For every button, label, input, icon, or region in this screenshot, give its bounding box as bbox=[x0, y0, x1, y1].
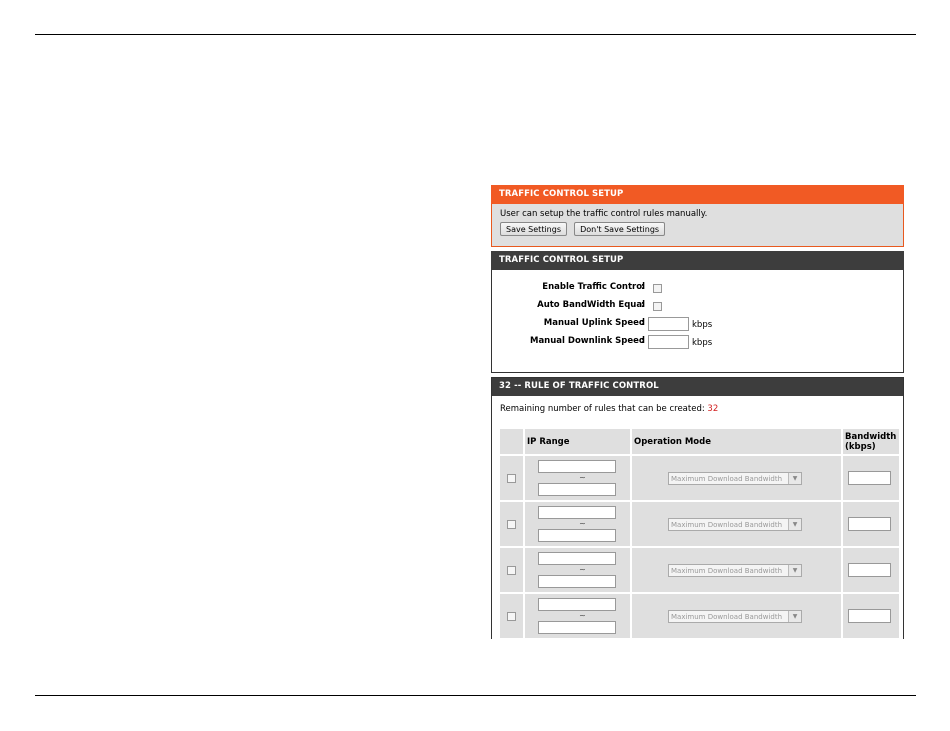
remaining-rules-text: Remaining number of rules that can be cr… bbox=[492, 396, 903, 414]
auto-bandwidth-checkbox[interactable] bbox=[653, 302, 662, 311]
intro-button-row: Save Settings Don't Save Settings bbox=[492, 222, 903, 241]
auto-bandwidth-label: Auto BandWidth Equal bbox=[537, 300, 645, 310]
operation-mode-header: Operation Mode bbox=[632, 429, 841, 454]
downlink-unit: kbps bbox=[692, 338, 713, 348]
downlink-speed-row: Manual Downlink Speed : kbps bbox=[492, 334, 903, 351]
intro-description: User can setup the traffic control rules… bbox=[500, 209, 708, 219]
bandwidth-header: Bandwidth (kbps) bbox=[843, 429, 899, 454]
operation-mode-select[interactable]: Maximum Download Bandwidth ▼ bbox=[668, 517, 802, 531]
enable-traffic-control-label: Enable Traffic Control bbox=[542, 282, 645, 292]
intro-panel-title: TRAFFIC CONTROL SETUP bbox=[491, 185, 904, 204]
chevron-down-icon: ▼ bbox=[788, 610, 801, 622]
range-separator: ~ bbox=[579, 473, 586, 482]
rule-select-checkbox[interactable] bbox=[507, 565, 516, 575]
ip-range-end-input[interactable] bbox=[538, 575, 616, 588]
rules-table: IP Range Operation Mode Bandwidth (kbps)… bbox=[498, 427, 901, 639]
traffic-control-intro-panel: TRAFFIC CONTROL SETUP User can setup the… bbox=[491, 185, 904, 247]
save-settings-button[interactable]: Save Settings bbox=[500, 222, 567, 236]
rules-panel-title: 32 -- RULE OF TRAFFIC CONTROL bbox=[492, 378, 903, 396]
table-row: ~ Maximum Download Bandwidth ▼ bbox=[500, 548, 899, 592]
rule-select-checkbox[interactable] bbox=[507, 473, 516, 483]
operation-mode-select[interactable]: Maximum Download Bandwidth ▼ bbox=[668, 563, 802, 577]
chevron-down-icon: ▼ bbox=[788, 472, 801, 484]
auto-bandwidth-row: Auto BandWidth Equal : bbox=[492, 298, 903, 315]
operation-mode-value: Maximum Download Bandwidth bbox=[671, 474, 783, 483]
rules-table-header: IP Range Operation Mode Bandwidth (kbps) bbox=[500, 429, 899, 454]
bandwidth-input[interactable] bbox=[848, 563, 891, 577]
top-divider bbox=[35, 34, 916, 35]
uplink-unit: kbps bbox=[692, 320, 713, 330]
operation-mode-select[interactable]: Maximum Download Bandwidth ▼ bbox=[668, 471, 802, 485]
remaining-rules-count: 32 bbox=[707, 404, 719, 414]
colon: : bbox=[641, 336, 645, 346]
ip-range-header: IP Range bbox=[525, 429, 630, 454]
dont-save-settings-button[interactable]: Don't Save Settings bbox=[574, 222, 666, 236]
downlink-speed-input[interactable] bbox=[648, 335, 689, 349]
table-row: ~ Maximum Download Bandwidth ▼ bbox=[500, 456, 899, 500]
rule-select-checkbox[interactable] bbox=[507, 519, 516, 529]
bandwidth-input[interactable] bbox=[848, 517, 891, 531]
ip-range-start-input[interactable] bbox=[538, 460, 616, 473]
ip-range-start-input[interactable] bbox=[538, 552, 616, 565]
ip-range-end-input[interactable] bbox=[538, 483, 616, 496]
enable-traffic-control-checkbox[interactable] bbox=[653, 284, 662, 293]
operation-mode-value: Maximum Download Bandwidth bbox=[671, 566, 783, 575]
range-separator: ~ bbox=[579, 611, 586, 620]
chevron-down-icon: ▼ bbox=[788, 518, 801, 530]
ip-range-start-input[interactable] bbox=[538, 506, 616, 519]
operation-mode-value: Maximum Download Bandwidth bbox=[671, 520, 783, 529]
downlink-speed-label: Manual Downlink Speed bbox=[529, 336, 645, 346]
remaining-rules-label: Remaining number of rules that can be cr… bbox=[500, 404, 705, 414]
operation-mode-select[interactable]: Maximum Download Bandwidth ▼ bbox=[668, 609, 802, 623]
ip-range-start-input[interactable] bbox=[538, 598, 616, 611]
colon: : bbox=[641, 300, 645, 310]
enable-traffic-control-row: Enable Traffic Control : bbox=[492, 280, 903, 297]
traffic-control-rules-panel: 32 -- RULE OF TRAFFIC CONTROL Remaining … bbox=[491, 377, 904, 639]
uplink-speed-row: Manual Uplink Speed : kbps bbox=[492, 316, 903, 333]
chevron-down-icon: ▼ bbox=[788, 564, 801, 576]
uplink-speed-label: Manual Uplink Speed bbox=[543, 318, 645, 328]
ip-range-end-input[interactable] bbox=[538, 621, 616, 634]
bandwidth-input[interactable] bbox=[848, 609, 891, 623]
uplink-speed-input[interactable] bbox=[648, 317, 689, 331]
bandwidth-input[interactable] bbox=[848, 471, 891, 485]
select-column-header bbox=[500, 429, 523, 454]
range-separator: ~ bbox=[579, 519, 586, 528]
colon: : bbox=[641, 318, 645, 328]
ip-range-end-input[interactable] bbox=[538, 529, 616, 542]
colon: : bbox=[641, 282, 645, 292]
bottom-divider bbox=[35, 695, 916, 696]
range-separator: ~ bbox=[579, 565, 586, 574]
rule-select-checkbox[interactable] bbox=[507, 611, 516, 621]
table-row: ~ Maximum Download Bandwidth ▼ bbox=[500, 594, 899, 638]
traffic-control-setup-panel: TRAFFIC CONTROL SETUP Enable Traffic Con… bbox=[491, 251, 904, 373]
setup-panel-title: TRAFFIC CONTROL SETUP bbox=[491, 251, 904, 270]
table-row: ~ Maximum Download Bandwidth ▼ bbox=[500, 502, 899, 546]
operation-mode-value: Maximum Download Bandwidth bbox=[671, 612, 783, 621]
